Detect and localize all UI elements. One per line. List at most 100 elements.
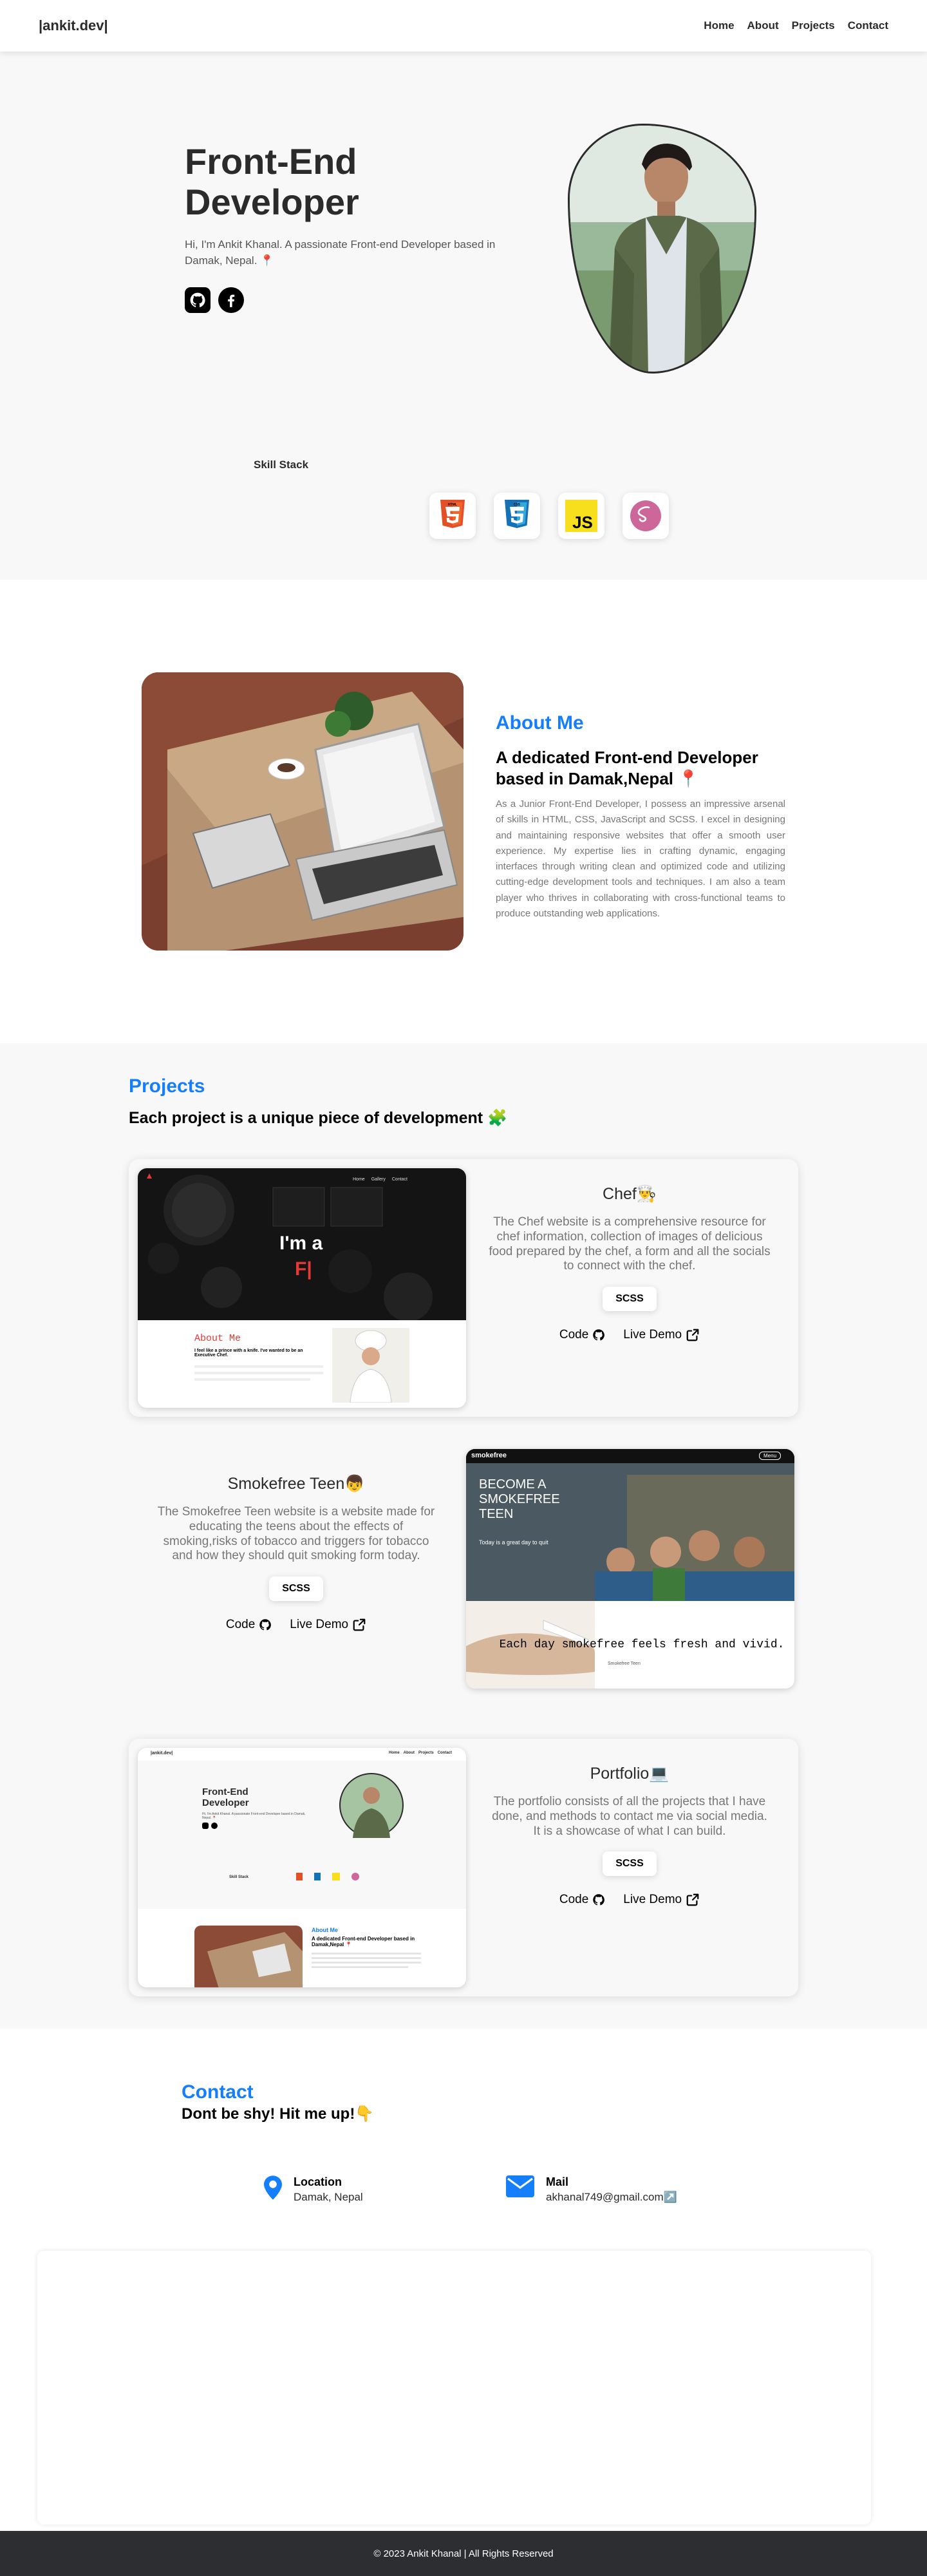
- demo-link-smokefree[interactable]: Live Demo: [290, 1618, 366, 1632]
- mail-icon: [506, 2175, 534, 2197]
- javascript-icon: JS: [558, 493, 604, 539]
- stack-badge-smokefree: SCSS: [269, 1577, 323, 1602]
- brand-logo[interactable]: |ankit.dev|: [39, 17, 108, 34]
- smokefree-headline: BECOME A SMOKEFREE TEEN: [479, 1477, 560, 1521]
- demo-label: Live Demo: [623, 1328, 682, 1342]
- smokefree-quote-panel: Each day smokefree feels fresh and vivid…: [466, 1601, 794, 1689]
- portfolio-shot-nav-about: About: [403, 1751, 415, 1755]
- nav-link-contact[interactable]: Contact: [848, 19, 888, 32]
- project-screenshot-chef[interactable]: Home Gallery Contact I'm a F| About Me I…: [138, 1168, 466, 1408]
- svg-text:JS: JS: [572, 513, 593, 532]
- sass-icon: [623, 493, 669, 539]
- chef-shot-about-title: About Me: [194, 1333, 241, 1344]
- smokefree-menu: Menu: [759, 1452, 782, 1460]
- demo-link-portfolio[interactable]: Live Demo: [623, 1893, 700, 1907]
- hero-title: Front-End Developer: [185, 141, 359, 222]
- contact-subheading: Dont be shy! Hit me up!👇: [182, 2105, 375, 2123]
- chef-shot-hero-text2: F|: [295, 1258, 312, 1280]
- portfolio-shot-title: Front-End Developer: [202, 1786, 249, 1809]
- project-links-portfolio: Code Live Demo: [488, 1893, 771, 1907]
- code-link-chef[interactable]: Code: [559, 1328, 605, 1342]
- projects-subheading: Each project is a unique piece of develo…: [129, 1109, 508, 1127]
- chef-shot-about-sub: I feel like a prince with a knife. I've …: [194, 1349, 303, 1358]
- portfolio-shot-brand: |ankit.dev|: [151, 1751, 173, 1756]
- stack-badge-chef: SCSS: [603, 1287, 657, 1312]
- hero-subtitle: Hi, I'm Ankit Khanal. A passionate Front…: [185, 238, 496, 267]
- code-link-portfolio[interactable]: Code: [559, 1893, 605, 1907]
- project-title-portfolio: Portfolio💻: [590, 1765, 670, 1783]
- smokefree-brand: smokefree: [471, 1452, 507, 1459]
- chef-hero-dark: Home Gallery Contact I'm a F|: [138, 1168, 466, 1320]
- about-heading: About Me: [496, 712, 584, 734]
- external-link-icon: [686, 1329, 699, 1341]
- navbar: |ankit.dev| Home About Projects Contact: [0, 0, 927, 52]
- project-links-chef: Code Live Demo: [488, 1328, 771, 1342]
- chef-shot-nav: Home Gallery Contact: [353, 1177, 407, 1182]
- projects-section: Projects Each project is a unique piece …: [0, 1043, 927, 2029]
- github-icon[interactable]: [185, 287, 211, 313]
- project-info-portfolio: Portfolio💻 The portfolio consists of all…: [488, 1765, 771, 1907]
- nav-link-about[interactable]: About: [747, 19, 779, 32]
- portfolio-shot-sub: Hi, I'm Ankit Khanal. A passionate Front…: [202, 1812, 306, 1820]
- project-card-chef: Home Gallery Contact I'm a F| About Me I…: [129, 1159, 798, 1417]
- contact-mail: Mail akhanal749@gmail.com↗️: [506, 2175, 677, 2204]
- smokefree-quote: Each day smokefree feels fresh and vivid…: [499, 1638, 785, 1651]
- project-card-portfolio: |ankit.dev| Home About Projects Contact …: [129, 1739, 798, 1996]
- demo-link-chef[interactable]: Live Demo: [623, 1328, 700, 1342]
- portfolio-shot-nav-contact: Contact: [437, 1751, 453, 1755]
- stack-badge-portfolio: SCSS: [603, 1852, 657, 1877]
- about-subheading: A dedicated Front-end Developer based in…: [496, 748, 758, 789]
- html5-icon: HTML: [429, 493, 476, 539]
- nav-links: Home About Projects Contact: [704, 19, 888, 32]
- hero-section: Front-End Developer Hi, I'm Ankit Khanal…: [0, 52, 927, 580]
- svg-text:CSS: CSS: [514, 503, 521, 507]
- about-description: As a Junior Front-End Developer, I posse…: [496, 799, 785, 920]
- skill-stack: HTML CSS JS: [429, 493, 669, 539]
- skill-stack-label: Skill Stack: [254, 459, 309, 471]
- chef-shot-hero-text: I'm a: [279, 1233, 323, 1254]
- portfolio-shot-nav-projects: Projects: [418, 1751, 434, 1755]
- project-info-chef: Chef👨‍🍳 The Chef website is a comprehens…: [488, 1185, 771, 1342]
- footer-copyright: © 2023 Ankit Khanal | All Rights Reserve…: [373, 2548, 554, 2559]
- github-icon: [593, 1329, 605, 1341]
- portfolio-shot-about: About Me A dedicated Front-end Developer…: [138, 1909, 466, 1987]
- smokefree-hero: smokefree Menu BECOME A SMOKEFREE TEEN T…: [466, 1449, 794, 1601]
- code-link-smokefree[interactable]: Code: [226, 1618, 272, 1632]
- chef-portrait: [332, 1328, 409, 1403]
- portfolio-shot-hero: Front-End Developer Hi, I'm Ankit Khanal…: [138, 1761, 466, 1909]
- project-info-smokefree: Smokefree Teen👦 The Smokefree Teen websi…: [154, 1475, 438, 1632]
- projects-heading: Projects: [129, 1075, 205, 1097]
- project-screenshot-portfolio[interactable]: |ankit.dev| Home About Projects Contact …: [138, 1748, 466, 1987]
- mail-value[interactable]: akhanal749@gmail.com↗️: [546, 2191, 677, 2204]
- portfolio-shot-skill-label: Skill Stack: [229, 1875, 249, 1879]
- contact-embed-area[interactable]: [37, 2251, 871, 2524]
- code-label: Code: [559, 1328, 589, 1342]
- footer: © 2023 Ankit Khanal | All Rights Reserve…: [0, 2531, 927, 2576]
- github-icon: [593, 1894, 605, 1906]
- github-icon: [259, 1619, 272, 1631]
- demo-label: Live Demo: [623, 1893, 682, 1907]
- mail-label: Mail: [546, 2175, 569, 2188]
- smokefree-tagline: Today is a great day to quit: [479, 1539, 548, 1546]
- contact-section: Contact Dont be shy! Hit me up!👇 Locatio…: [0, 2029, 927, 2531]
- project-desc-chef: The Chef website is a comprehensive reso…: [489, 1215, 771, 1273]
- portfolio-shot-photo: [339, 1773, 404, 1838]
- demo-label: Live Demo: [290, 1618, 349, 1632]
- portfolio-shot-about-h: About Me: [312, 1927, 338, 1933]
- css3-icon: CSS: [494, 493, 540, 539]
- external-link-icon: [353, 1618, 366, 1631]
- contact-location: Location Damak, Nepal: [264, 2175, 363, 2204]
- project-links-smokefree: Code Live Demo: [154, 1618, 438, 1632]
- project-desc-portfolio: The portfolio consists of all the projec…: [492, 1795, 767, 1838]
- facebook-icon[interactable]: [218, 287, 244, 313]
- nav-link-home[interactable]: Home: [704, 19, 734, 32]
- project-desc-smokefree: The Smokefree Teen website is a website …: [157, 1505, 435, 1563]
- portfolio-shot-nav: |ankit.dev| Home About Projects Contact: [138, 1748, 466, 1761]
- project-screenshot-smokefree[interactable]: smokefree Menu BECOME A SMOKEFREE TEEN T…: [466, 1449, 794, 1689]
- location-pin-icon: [264, 2175, 282, 2200]
- portfolio-shot-about-sub: A dedicated Front-end Developer based in…: [312, 1936, 415, 1947]
- location-label: Location: [294, 2175, 342, 2188]
- nav-link-projects[interactable]: Projects: [792, 19, 835, 32]
- chef-about-preview: About Me I feel like a prince with a kni…: [138, 1320, 466, 1408]
- portfolio-shot-nav-home: Home: [389, 1751, 400, 1755]
